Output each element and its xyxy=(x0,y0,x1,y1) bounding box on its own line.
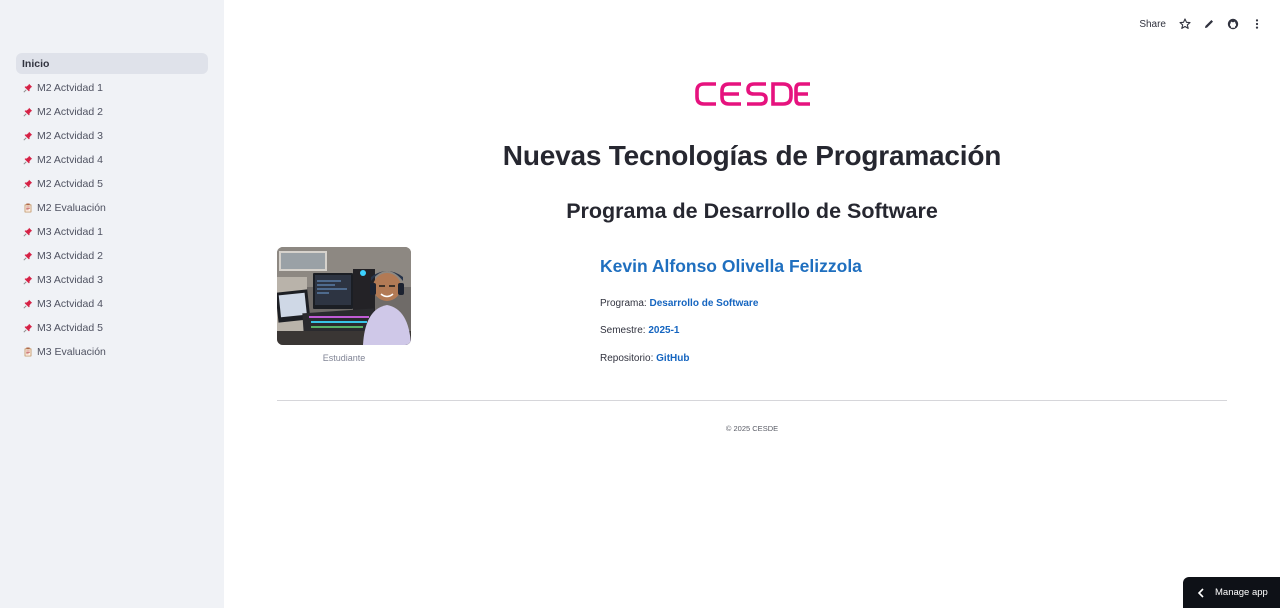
sidebar-item-label: M2 Actvidad 3 xyxy=(37,129,103,142)
sidebar-item-label: M2 Actvidad 1 xyxy=(37,81,103,94)
sidebar: Inicio M2 Actvidad 1 M2 Actvidad 2 M2 Ac… xyxy=(0,0,224,608)
sidebar-item-label: M2 Actvidad 2 xyxy=(37,105,103,118)
sidebar-item-m3-evaluacion[interactable]: M3 Evaluación xyxy=(16,341,208,362)
github-link[interactable]: GitHub xyxy=(656,353,689,364)
sidebar-item-label: Inicio xyxy=(22,57,50,70)
sidebar-item-label: M3 Actvidad 5 xyxy=(37,321,103,334)
main-content: Nuevas Tecnologías de Programación Progr… xyxy=(224,0,1280,608)
semestre-value: 2025-1 xyxy=(648,325,680,336)
repositorio-line: Repositorio: GitHub xyxy=(600,353,689,364)
sidebar-item-m3-actividad-1[interactable]: M3 Actvidad 1 xyxy=(16,221,208,242)
programa-value: Desarrollo de Software xyxy=(649,298,759,309)
page-title: Nuevas Tecnologías de Programación xyxy=(502,140,1002,171)
pushpin-icon xyxy=(22,298,34,310)
divider xyxy=(277,400,1227,401)
kebab-menu-icon[interactable] xyxy=(1250,17,1264,31)
pencil-icon[interactable] xyxy=(1202,17,1216,31)
sidebar-item-m3-actividad-4[interactable]: M3 Actvidad 4 xyxy=(16,293,208,314)
sidebar-item-label: M3 Actvidad 1 xyxy=(37,225,103,238)
sidebar-item-m3-actividad-2[interactable]: M3 Actvidad 2 xyxy=(16,245,208,266)
programa-line: Programa: Desarrollo de Software xyxy=(600,298,758,309)
sidebar-item-m2-actividad-1[interactable]: M2 Actvidad 1 xyxy=(16,77,208,98)
cesde-logo xyxy=(695,82,810,106)
sidebar-item-m3-actividad-5[interactable]: M3 Actvidad 5 xyxy=(16,317,208,338)
sidebar-item-inicio[interactable]: Inicio xyxy=(16,53,208,74)
pushpin-icon xyxy=(22,226,34,238)
chevron-left-icon xyxy=(1197,587,1205,598)
pushpin-icon xyxy=(22,322,34,334)
sidebar-item-label: M3 Actvidad 2 xyxy=(37,249,103,262)
footer-copyright: © 2025 CESDE xyxy=(725,424,779,433)
pushpin-icon xyxy=(22,274,34,286)
sidebar-item-label: M2 Actvidad 5 xyxy=(37,177,103,190)
sidebar-item-m2-evaluacion[interactable]: M2 Evaluación xyxy=(16,197,208,218)
semestre-label: Semestre: xyxy=(600,325,649,336)
sidebar-item-m2-actividad-2[interactable]: M2 Actvidad 2 xyxy=(16,101,208,122)
clipboard-icon xyxy=(22,202,34,214)
page-subtitle: Programa de Desarrollo de Software xyxy=(566,199,938,223)
pushpin-icon xyxy=(22,178,34,190)
sidebar-item-label: M2 Actvidad 4 xyxy=(37,153,103,166)
student-photo xyxy=(277,247,411,345)
sidebar-nav: Inicio M2 Actvidad 1 M2 Actvidad 2 M2 Ac… xyxy=(16,53,208,365)
sidebar-item-m2-actividad-5[interactable]: M2 Actvidad 5 xyxy=(16,173,208,194)
pushpin-icon xyxy=(22,106,34,118)
sidebar-item-m2-actividad-3[interactable]: M2 Actvidad 3 xyxy=(16,125,208,146)
star-icon[interactable] xyxy=(1178,17,1192,31)
sidebar-item-label: M2 Evaluación xyxy=(37,201,106,214)
share-button[interactable]: Share xyxy=(1139,19,1166,30)
sidebar-item-label: M3 Actvidad 4 xyxy=(37,297,103,310)
programa-label: Programa: xyxy=(600,298,650,309)
sidebar-item-label: M3 Evaluación xyxy=(37,345,106,358)
sidebar-item-label: M3 Actvidad 3 xyxy=(37,273,103,286)
app-root: Inicio M2 Actvidad 1 M2 Actvidad 2 M2 Ac… xyxy=(0,0,1280,608)
manage-app-label: Manage app xyxy=(1215,587,1268,598)
sidebar-item-m3-actividad-3[interactable]: M3 Actvidad 3 xyxy=(16,269,208,290)
semestre-line: Semestre: 2025-1 xyxy=(600,325,680,336)
repositorio-label: Repositorio: xyxy=(600,353,657,364)
photo-caption: Estudiante xyxy=(322,353,366,363)
student-name: Kevin Alfonso Olivella Felizzola xyxy=(600,256,862,276)
manage-app-button[interactable]: Manage app xyxy=(1183,577,1280,608)
clipboard-icon xyxy=(22,346,34,358)
top-toolbar: Share xyxy=(1139,14,1264,34)
pushpin-icon xyxy=(22,82,34,94)
pushpin-icon xyxy=(22,154,34,166)
pushpin-icon xyxy=(22,250,34,262)
pushpin-icon xyxy=(22,130,34,142)
sidebar-item-m2-actividad-4[interactable]: M2 Actvidad 4 xyxy=(16,149,208,170)
github-icon[interactable] xyxy=(1226,17,1240,31)
